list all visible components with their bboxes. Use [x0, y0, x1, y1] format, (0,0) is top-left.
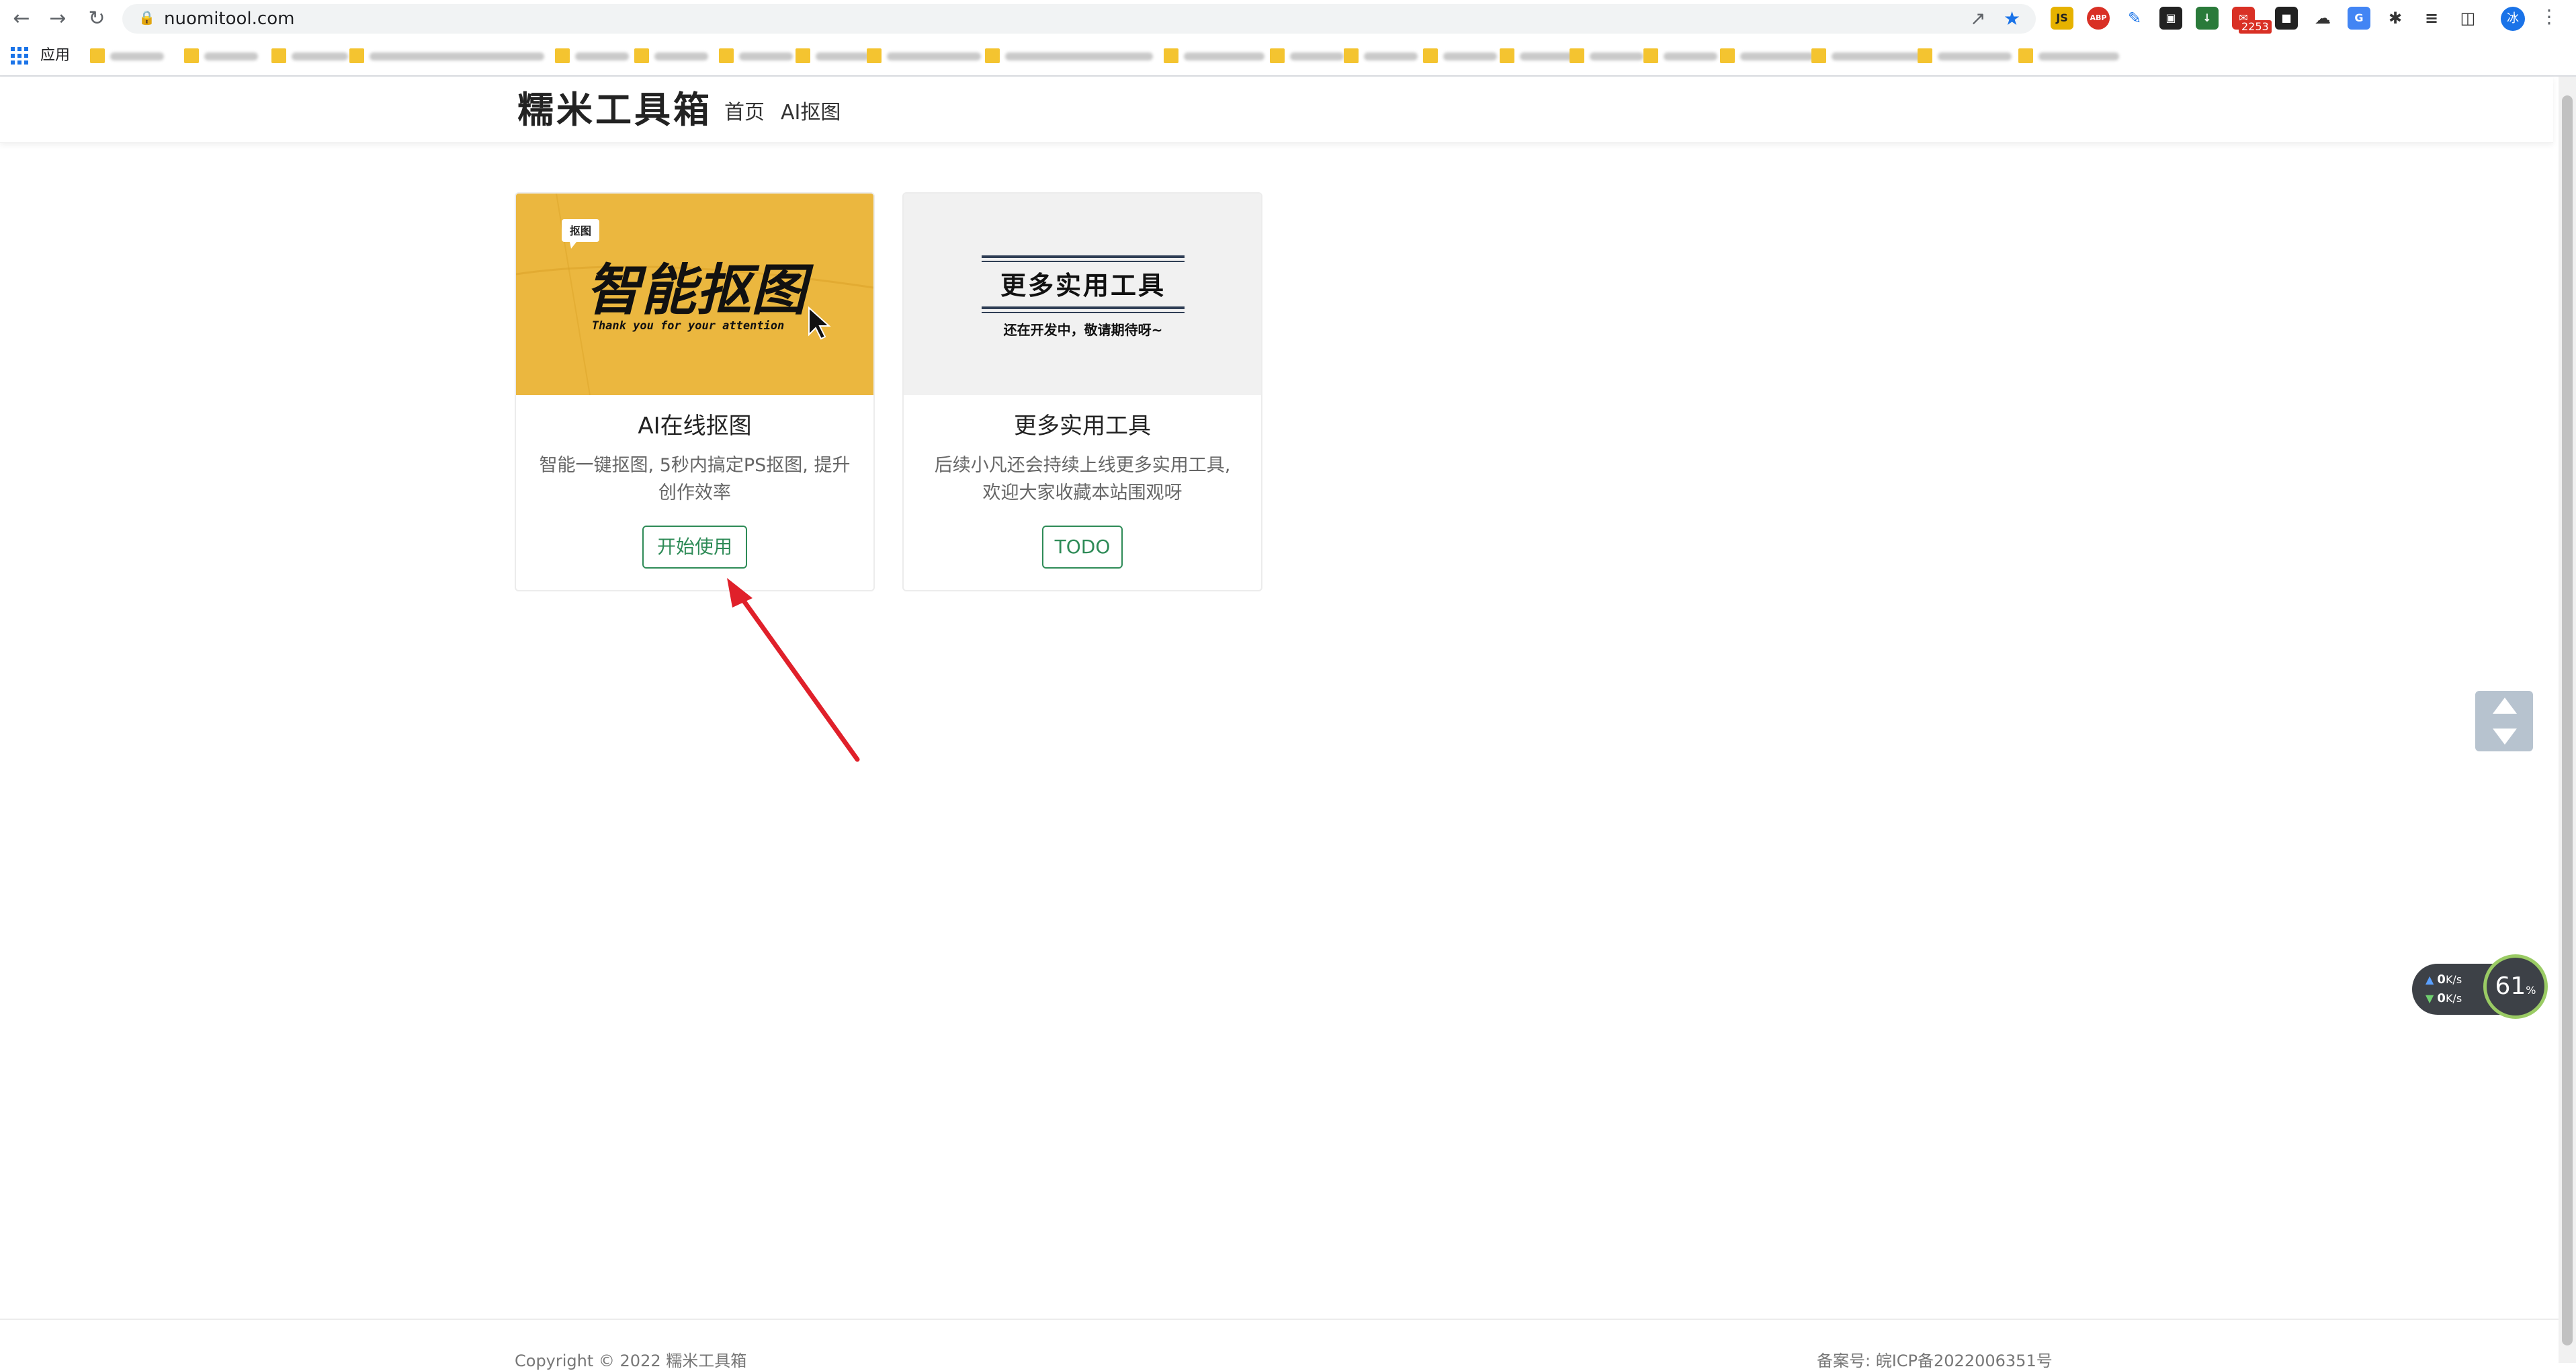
card1-title: AI在线抠图: [638, 413, 752, 440]
card-image-more-tools[interactable]: 更多实用工具 还在开发中，敬请期待呀~: [904, 194, 1261, 395]
share-icon[interactable]: ↗: [1970, 8, 1985, 30]
eyedropper-icon[interactable]: ✎: [2123, 7, 2146, 30]
memory-usage-gauge[interactable]: 61%: [2483, 954, 2548, 1019]
footer-icp-record[interactable]: 备案号: 皖ICP备2022006351号: [1817, 1351, 2053, 1371]
download-speed: ▼ 0K/s: [2425, 991, 2462, 1005]
page-scrollbar[interactable]: [2559, 77, 2576, 1363]
card1-image-subtitle: Thank you for your attention: [592, 319, 785, 333]
site-brand[interactable]: 糯米工具箱: [517, 89, 712, 132]
scrollbar-thumb[interactable]: [2562, 95, 2573, 1345]
extension-icon[interactable]: ▣: [2159, 7, 2182, 30]
reading-list-icon[interactable]: ≡: [2420, 7, 2443, 30]
screenshot-icon[interactable]: ■: [2275, 7, 2298, 30]
site-footer: [0, 1319, 2559, 1364]
card2-title: 更多实用工具: [1014, 413, 1151, 440]
side-panel-icon[interactable]: ◫: [2456, 7, 2479, 30]
download-arrow-icon: ▼: [2425, 992, 2434, 1005]
mail-count-badge: 2253: [2239, 20, 2272, 34]
lock-icon: 🔒: [138, 9, 155, 26]
cloud-icon[interactable]: ☁: [2311, 7, 2334, 30]
back-icon[interactable]: ←: [8, 5, 35, 32]
tool-card-ai-cutout: 抠图 智能抠图 Thank you for your attention AI在…: [515, 192, 875, 591]
bookmark-star-icon[interactable]: ★: [2004, 8, 2020, 30]
card2-image-headline: 更多实用工具: [1000, 271, 1166, 300]
url-text[interactable]: nuomitool.com: [164, 8, 294, 30]
address-bar[interactable]: 🔒 nuomitool.com ↗ ★: [122, 4, 2036, 34]
tool-card-more-tools: 更多实用工具 还在开发中，敬请期待呀~ 更多实用工具 后续小凡还会持续上线更多实…: [902, 192, 1262, 591]
start-using-button[interactable]: 开始使用: [642, 526, 747, 569]
upload-arrow-icon: ▲: [2425, 973, 2434, 986]
todo-button[interactable]: TODO: [1042, 526, 1123, 569]
card-image-ai-cutout[interactable]: 抠图 智能抠图 Thank you for your attention: [516, 194, 873, 395]
nav-ai-cutout-link[interactable]: AI抠图: [781, 99, 841, 126]
js-extension-icon[interactable]: JS: [2051, 7, 2073, 30]
scroll-up-icon[interactable]: [2493, 698, 2517, 714]
card1-image-headline: 智能抠图: [586, 259, 814, 323]
apps-icon[interactable]: [11, 47, 28, 65]
scroll-down-icon[interactable]: [2493, 729, 2517, 745]
profile-avatar[interactable]: 冰: [2501, 7, 2525, 31]
translate-icon[interactable]: G: [2348, 7, 2370, 30]
site-header: [0, 77, 2553, 143]
puzzle-icon[interactable]: ✱: [2384, 7, 2407, 30]
card1-image-tag: 抠图: [570, 224, 591, 237]
menu-icon[interactable]: ⋮: [2540, 5, 2559, 28]
nav-home-link[interactable]: 首页: [724, 99, 765, 126]
annotation-arrow-icon: [727, 578, 860, 762]
upload-speed: ▲ 0K/s: [2425, 972, 2462, 987]
download-icon[interactable]: ↓: [2196, 7, 2219, 30]
forward-icon[interactable]: →: [44, 5, 71, 32]
card1-description: 智能一键抠图, 5秒内搞定PS抠图, 提升创作效率: [539, 455, 851, 503]
scroll-up-down-widget[interactable]: [2475, 691, 2533, 751]
apps-label[interactable]: 应用: [40, 44, 70, 67]
card2-image-subtitle: 还在开发中，敬请期待呀~: [1003, 322, 1163, 338]
adblock-icon[interactable]: ABP: [2087, 7, 2110, 30]
card2-description: 后续小凡还会持续上线更多实用工具, 欢迎大家收藏本站围观呀: [934, 455, 1231, 503]
footer-copyright: Copyright © 2022 糯米工具箱: [515, 1352, 747, 1370]
reload-icon[interactable]: ↻: [83, 5, 110, 32]
browser-toolbar: ← → ↻ 🔒 nuomitool.com ↗ ★ JS ABP ✎ ▣ ↓ ✉…: [0, 0, 2576, 38]
